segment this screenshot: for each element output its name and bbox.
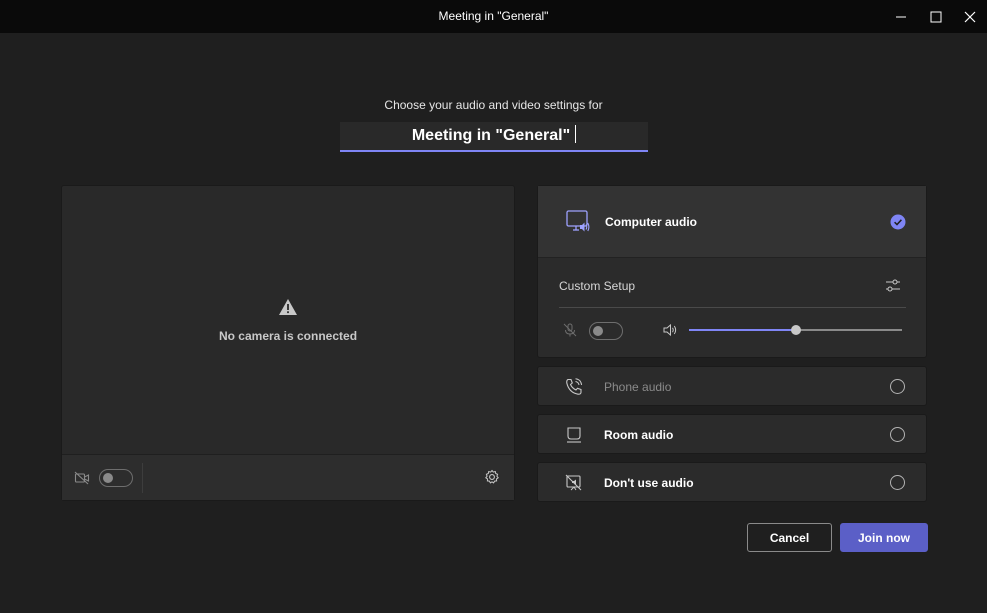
- text-caret: [575, 125, 577, 143]
- minimize-button[interactable]: [884, 0, 918, 33]
- computer-audio-icon: [565, 209, 591, 240]
- camera-off-icon: [74, 470, 90, 491]
- no-audio-icon: [564, 473, 584, 498]
- video-toolbar: [62, 454, 514, 500]
- phone-audio-radio[interactable]: [890, 379, 905, 394]
- speaker-volume-slider[interactable]: [689, 325, 902, 335]
- warning-icon: [279, 299, 297, 315]
- cancel-button[interactable]: Cancel: [747, 523, 832, 552]
- room-audio-label: Room audio: [604, 428, 674, 442]
- toolbar-divider: [142, 463, 143, 493]
- close-button[interactable]: [953, 0, 987, 33]
- volume-fill: [689, 329, 796, 331]
- room-audio-option[interactable]: Room audio: [537, 414, 927, 454]
- phone-audio-label: Phone audio: [604, 380, 672, 394]
- settings-subtitle: Choose your audio and video settings for: [384, 98, 603, 112]
- no-camera-label: No camera is connected: [218, 329, 358, 343]
- volume-thumb[interactable]: [790, 325, 801, 335]
- computer-audio-label: Computer audio: [605, 215, 697, 229]
- no-audio-radio[interactable]: [890, 475, 905, 490]
- room-audio-radio[interactable]: [890, 427, 905, 442]
- speaker-icon: [662, 322, 678, 343]
- custom-setup-label: Custom Setup: [559, 279, 636, 293]
- computer-audio-option[interactable]: Computer audio: [538, 186, 926, 258]
- no-camera-message: No camera is connected: [62, 298, 514, 343]
- join-now-button[interactable]: Join now: [840, 523, 928, 552]
- minimize-icon: [896, 16, 906, 17]
- camera-toggle-knob: [103, 473, 113, 483]
- gear-icon: [485, 469, 499, 484]
- room-audio-icon: [564, 425, 584, 450]
- microphone-toggle[interactable]: [589, 322, 623, 340]
- adjust-settings-icon[interactable]: [885, 278, 901, 299]
- meeting-name-field[interactable]: Meeting in "General": [340, 122, 648, 152]
- microphone-off-icon: [562, 322, 578, 343]
- meeting-name-text: Meeting in "General": [411, 127, 571, 144]
- no-audio-option[interactable]: Don't use audio: [537, 462, 927, 502]
- camera-toggle[interactable]: [99, 469, 133, 487]
- phone-icon: [564, 377, 584, 402]
- window-title: Meeting in "General": [438, 9, 549, 23]
- selected-check-icon: [890, 214, 906, 235]
- no-audio-label: Don't use audio: [604, 476, 694, 490]
- title-bar: Meeting in "General": [0, 0, 987, 33]
- device-settings-button[interactable]: [484, 469, 500, 490]
- phone-audio-option[interactable]: Phone audio: [537, 366, 927, 406]
- custom-setup-row[interactable]: Custom Setup: [559, 273, 906, 308]
- maximize-icon: [930, 11, 942, 22]
- video-preview-panel: No camera is connected: [61, 185, 515, 501]
- microphone-toggle-knob: [593, 326, 603, 336]
- maximize-button[interactable]: [919, 0, 953, 33]
- computer-audio-card: Computer audio Custom Setup: [537, 185, 927, 358]
- close-icon: [964, 11, 976, 22]
